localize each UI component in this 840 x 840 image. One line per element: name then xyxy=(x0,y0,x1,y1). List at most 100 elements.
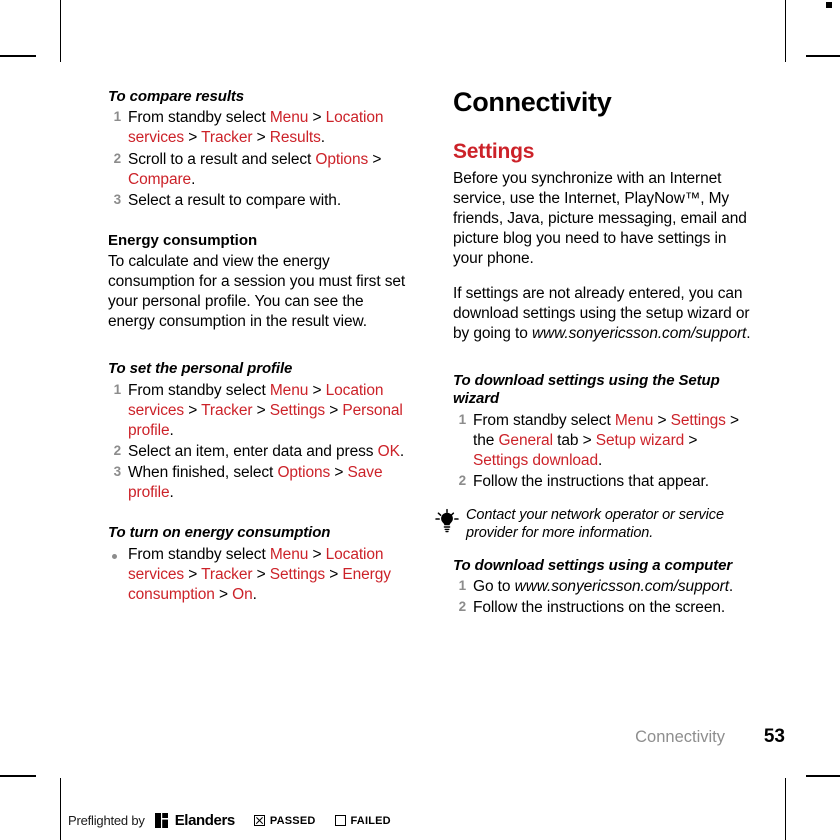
text-run: . xyxy=(320,129,325,147)
paragraph: Before you synchronize with an Internet … xyxy=(453,169,753,270)
text-run: > xyxy=(653,411,671,429)
procedure-title-turn-on-energy-consumption: To turn on energy consumption xyxy=(108,524,331,542)
section-title-settings: Settings xyxy=(453,139,535,163)
text-run: From standby select xyxy=(473,411,615,429)
procedure-steps-compare-results: From standby select Menu > Location serv… xyxy=(108,108,408,211)
text-run: > xyxy=(308,109,326,127)
tip-text: Contact your network operator or service… xyxy=(466,507,724,542)
text-run: Follow the instructions on the screen. xyxy=(473,599,726,617)
procedure-bullets-turn-on-energy-consumption: From standby select Menu > Location serv… xyxy=(108,545,408,605)
text-run: > xyxy=(308,381,326,399)
failed-checkbox-icon xyxy=(334,815,346,826)
ui-term: Options xyxy=(277,464,331,482)
text-run: > xyxy=(184,129,202,147)
procedure-step: Follow the instructions on the screen. xyxy=(453,598,753,618)
ui-term: Results xyxy=(269,129,321,147)
text-run: > xyxy=(368,150,382,168)
ui-term: Tracker xyxy=(201,401,253,419)
ui-term: Tracker xyxy=(201,565,253,583)
passed-label: PASSED xyxy=(269,814,316,827)
text-run: > xyxy=(214,586,233,604)
ui-term: Menu xyxy=(269,109,309,127)
procedure-step: From standby select Menu > Location serv… xyxy=(108,381,408,441)
ui-term: Settings download xyxy=(473,451,598,469)
left-column: To compare results From standby select M… xyxy=(108,88,408,606)
text-run: . xyxy=(597,451,603,469)
text-run: . xyxy=(191,170,196,188)
procedure-steps-setup-wizard: From standby select Menu > Settings > th… xyxy=(453,411,753,493)
procedure-title-download-using-computer: To download settings using a computer xyxy=(453,556,733,574)
text-run: . xyxy=(399,443,405,461)
subsection-title-energy-consumption: Energy consumption xyxy=(108,232,258,249)
ui-term: Settings xyxy=(670,411,726,429)
ui-term: Menu xyxy=(614,411,654,429)
text-run: Before you synchronize with an Internet … xyxy=(453,169,747,268)
text-run: > xyxy=(684,431,698,449)
procedure-step: Select an item, enter data and press OK. xyxy=(108,442,408,462)
ui-term: OK xyxy=(377,443,400,461)
text-run: . xyxy=(252,586,257,604)
text-run: > xyxy=(252,401,270,419)
text-run: > xyxy=(252,565,270,583)
paragraph-energy-consumption: To calculate and view the energy consump… xyxy=(108,252,406,331)
preflight-failed-status: FAILED xyxy=(334,814,391,827)
text-run: From standby select xyxy=(128,545,270,563)
page-footer: Connectivity 53 xyxy=(108,726,785,756)
procedure-title-personal-profile: To set the personal profile xyxy=(108,360,293,378)
procedure-step: Select a result to compare with. xyxy=(108,191,408,211)
ui-term: General xyxy=(498,431,553,449)
text-run: Scroll to a result and select xyxy=(128,150,316,168)
text-run: Go to xyxy=(473,577,515,595)
preflight-passed-status: PASSED xyxy=(253,814,316,827)
ui-term: Settings xyxy=(269,565,325,583)
elanders-logo-icon xyxy=(154,813,168,828)
text-run: From standby select xyxy=(128,381,270,399)
text-run: > xyxy=(252,129,270,147)
text-run: > xyxy=(308,545,326,563)
procedure-title-setup-wizard: To download settings using the Setup wiz… xyxy=(453,371,720,408)
procedure-step: Go to www.sonyericsson.com/support. xyxy=(453,577,753,597)
ui-term: Setup wizard xyxy=(595,431,685,449)
footer-content: Connectivity 53 xyxy=(635,726,785,748)
emphasis-text: www.sonyericsson.com/support xyxy=(514,577,729,595)
emphasis-text: www.sonyericsson.com/support xyxy=(531,324,747,342)
text-run: . xyxy=(728,577,734,595)
text-run: When finished, select xyxy=(128,464,278,482)
manual-page: To compare results From standby select M… xyxy=(0,0,840,840)
ui-term: Options xyxy=(315,150,369,168)
procedure-step: Scroll to a result and select Options > … xyxy=(108,150,408,190)
text-run: From standby select xyxy=(128,109,270,127)
text-run: > xyxy=(325,565,343,583)
passed-checkbox-icon xyxy=(253,815,265,826)
procedure-step: Follow the instructions that appear. xyxy=(453,472,753,492)
page-number: 53 xyxy=(763,726,785,747)
settings-paragraphs: Before you synchronize with an Internet … xyxy=(453,169,753,344)
text-run: . xyxy=(169,421,174,439)
ui-term: On xyxy=(232,586,253,604)
procedure-title-compare-results: To compare results xyxy=(108,88,245,105)
ui-term: Menu xyxy=(269,545,309,563)
elanders-brand-name: Elanders xyxy=(174,812,236,829)
text-run: tab > xyxy=(552,431,596,449)
ui-term: Settings xyxy=(269,401,325,419)
text-run: > xyxy=(184,565,202,583)
procedure-step: From standby select Menu > Location serv… xyxy=(108,108,408,148)
text-run: > xyxy=(184,401,202,419)
procedure-step: From standby select Menu > Location serv… xyxy=(108,545,408,605)
footer-chapter-name: Connectivity xyxy=(635,728,725,746)
procedure-step: From standby select Menu > Settings > th… xyxy=(453,411,753,471)
procedure-step: When finished, select Options > Save pro… xyxy=(108,463,408,503)
chapter-title: Connectivity xyxy=(453,87,612,117)
ui-term: Menu xyxy=(269,381,309,399)
preflight-prefix-text: Preflighted by xyxy=(68,813,145,828)
tip-callout: Contact your network operator or service… xyxy=(431,506,753,543)
ui-term: Tracker xyxy=(201,129,253,147)
text-run: Select a result to compare with. xyxy=(128,191,342,209)
failed-label: FAILED xyxy=(350,814,391,827)
text-run: Select an item, enter data and press xyxy=(128,443,378,461)
